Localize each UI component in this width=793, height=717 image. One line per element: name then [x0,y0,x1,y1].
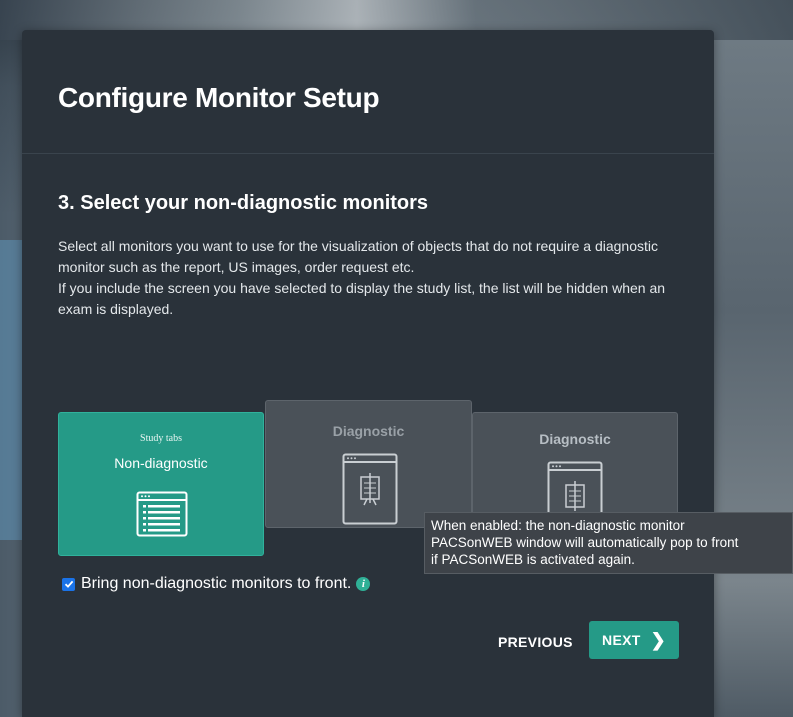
tooltip-line: if PACSonWEB is activated again. [431,552,635,567]
next-button-label: NEXT [602,632,641,648]
step-title: 3. Select your non-diagnostic monitors [58,192,429,214]
monitor-setup-dialog: Configure Monitor Setup 3. Select your n… [22,30,714,717]
monitor-sublabel: Study tabs [140,433,182,444]
step-description: Select all monitors you want to use for … [58,236,688,320]
previous-button[interactable]: PREVIOUS [494,628,577,656]
monitor-diagnostic-1[interactable]: Diagnostic [265,400,472,528]
bring-to-front-checkbox[interactable] [62,577,75,591]
window-xray-icon [342,453,398,525]
next-button[interactable]: NEXT ❯ [589,621,679,659]
window-list-icon [136,491,188,537]
background-detail [0,240,24,540]
monitor-label: Non-diagnostic [114,455,208,471]
bring-to-front-tooltip: When enabled: the non-diagnostic monitor… [424,512,793,574]
bring-to-front-option: Bring non-diagnostic monitors to front. … [62,573,371,595]
chevron-right-icon: ❯ [650,630,666,650]
tooltip-line: When enabled: the non-diagnostic monitor [431,518,685,533]
tooltip-line: PACSonWEB window will automatically pop … [431,535,739,550]
description-paragraph: Select all monitors you want to use for … [58,238,659,275]
dialog-title: Configure Monitor Setup [58,82,380,113]
checkmark-icon [64,580,73,588]
monitor-label: Diagnostic [539,431,611,447]
background-detail-right [714,40,793,717]
monitor-label: Diagnostic [332,423,405,439]
bring-to-front-label: Bring non-diagnostic monitors to front. [81,575,352,592]
info-icon[interactable]: i [356,577,371,591]
monitor-non-diagnostic[interactable]: Study tabs Non-diagnostic [58,412,264,556]
dialog-header: Configure Monitor Setup [22,30,714,154]
description-paragraph: If you include the screen you have selec… [58,280,666,317]
